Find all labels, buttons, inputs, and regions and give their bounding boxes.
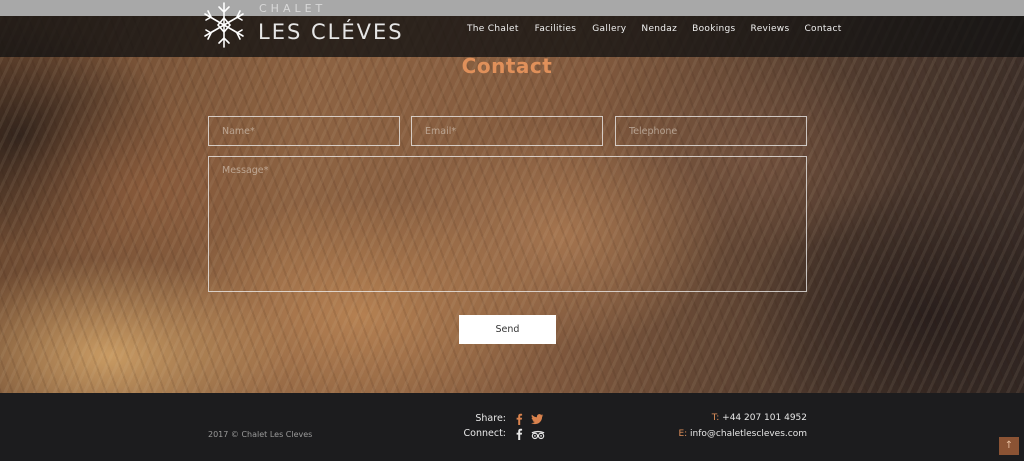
nav-item-gallery[interactable]: Gallery <box>592 24 626 34</box>
email-label: E: <box>678 429 688 439</box>
name-field[interactable] <box>208 116 400 146</box>
tripadvisor-icon <box>531 430 545 440</box>
share-label: Share: <box>475 413 506 424</box>
facebook-icon <box>516 413 523 425</box>
nav-item-facilities[interactable]: Facilities <box>535 24 577 34</box>
telephone-field[interactable] <box>615 116 807 146</box>
facebook-icon <box>516 428 523 440</box>
email-field[interactable] <box>411 116 603 146</box>
logo[interactable]: CHALET LES CLÉVES <box>199 0 409 52</box>
back-to-top-button[interactable]: ↑ <box>999 437 1019 455</box>
email-info: E: info@chaletlescleves.com <box>678 429 807 439</box>
nav-item-bookings[interactable]: Bookings <box>692 24 735 34</box>
navbar <box>0 16 1024 57</box>
brand-name-small: CHALET <box>259 2 327 15</box>
connect-label: Connect: <box>463 428 506 439</box>
twitter-icon <box>531 414 544 425</box>
nav-item-nendaz[interactable]: Nendaz <box>641 24 677 34</box>
send-button[interactable]: Send <box>459 315 556 344</box>
contact-title: Contact <box>461 54 553 78</box>
nav-item-contact[interactable]: Contact <box>804 24 841 34</box>
telephone-info: T: +44 207 101 4952 <box>712 413 807 423</box>
copyright-text: 2017 © Chalet Les Cleves <box>208 430 313 439</box>
top-strip <box>0 0 1024 16</box>
email-link[interactable]: info@chaletlescleves.com <box>690 429 807 439</box>
footer: 2017 © Chalet Les Cleves Share: Connect:… <box>0 393 1024 461</box>
nav-item-the-chalet[interactable]: The Chalet <box>467 24 519 34</box>
message-field[interactable] <box>208 156 807 292</box>
snowflake-logo-icon <box>204 2 244 48</box>
brand-name-large: LES CLÉVES <box>258 20 404 44</box>
main-nav: The Chalet Facilities Gallery Nendaz Boo… <box>467 24 842 34</box>
nav-item-reviews[interactable]: Reviews <box>751 24 790 34</box>
telephone-label: T: <box>711 413 720 423</box>
telephone-value: +44 207 101 4952 <box>722 413 807 423</box>
